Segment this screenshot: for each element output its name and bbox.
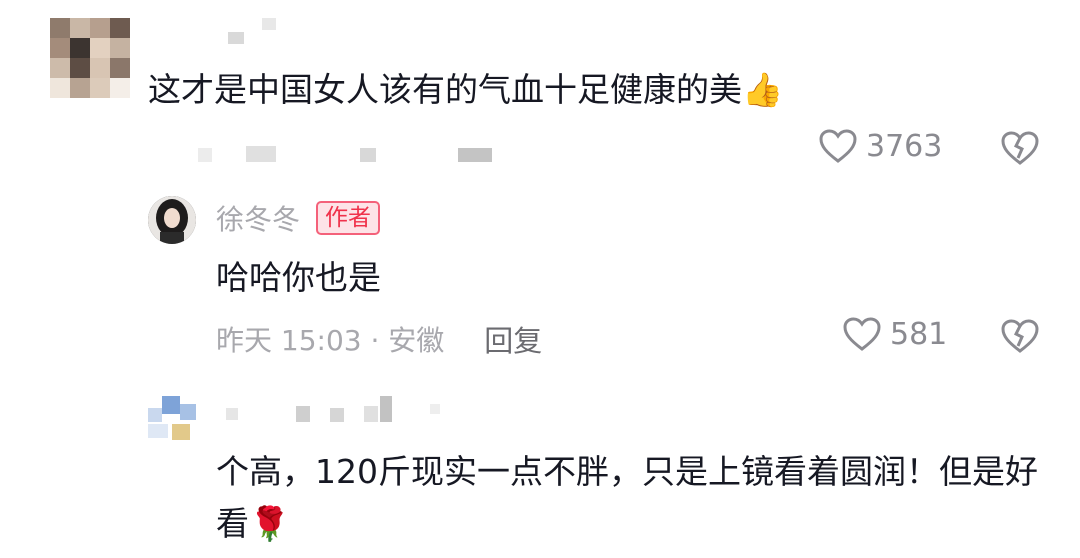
thumbs-up-emoji: 👍 (742, 70, 784, 109)
reply-text: 哈哈你也是 (216, 258, 381, 297)
heart-outline-icon (843, 317, 881, 351)
like-count: 3763 (866, 128, 943, 164)
rose-emoji: 🌹 (249, 504, 291, 543)
blurred-meta (198, 148, 212, 162)
reply-button[interactable]: 回复 (484, 318, 542, 360)
author-username[interactable]: 徐冬冬 (216, 198, 300, 238)
commenter-avatar-blurred[interactable] (50, 18, 130, 98)
heart-outline-icon (819, 129, 857, 163)
dislike-button[interactable] (1000, 130, 1040, 170)
comment-text: 这才是中国女人该有的气血十足健康的美👍 (148, 70, 783, 110)
like-button[interactable]: 3763 (818, 128, 942, 164)
reply-dislike-button[interactable] (1000, 318, 1040, 358)
broken-heart-icon (1001, 131, 1039, 165)
comment2-body: 个高，120斤现实一点不胖，只是上镜看着圆润！但是好看 (216, 452, 1038, 543)
comment-body: 这才是中国女人该有的气血十足健康的美 (148, 70, 742, 109)
reply-like-button[interactable]: 581 (842, 316, 947, 352)
reply-like-count: 581 (890, 316, 948, 352)
broken-heart-icon (1001, 319, 1039, 353)
comment2-text: 个高，120斤现实一点不胖，只是上镜看着圆润！但是好看🌹 (216, 446, 1046, 550)
blurred-username (228, 32, 244, 44)
reply-time-location: 昨天 15:03 · 安徽 (216, 324, 445, 357)
author-avatar[interactable] (148, 196, 196, 244)
commenter2-avatar-blurred[interactable] (148, 396, 196, 444)
blurred-username-2 (226, 408, 238, 420)
author-badge: 作者 (316, 201, 381, 235)
